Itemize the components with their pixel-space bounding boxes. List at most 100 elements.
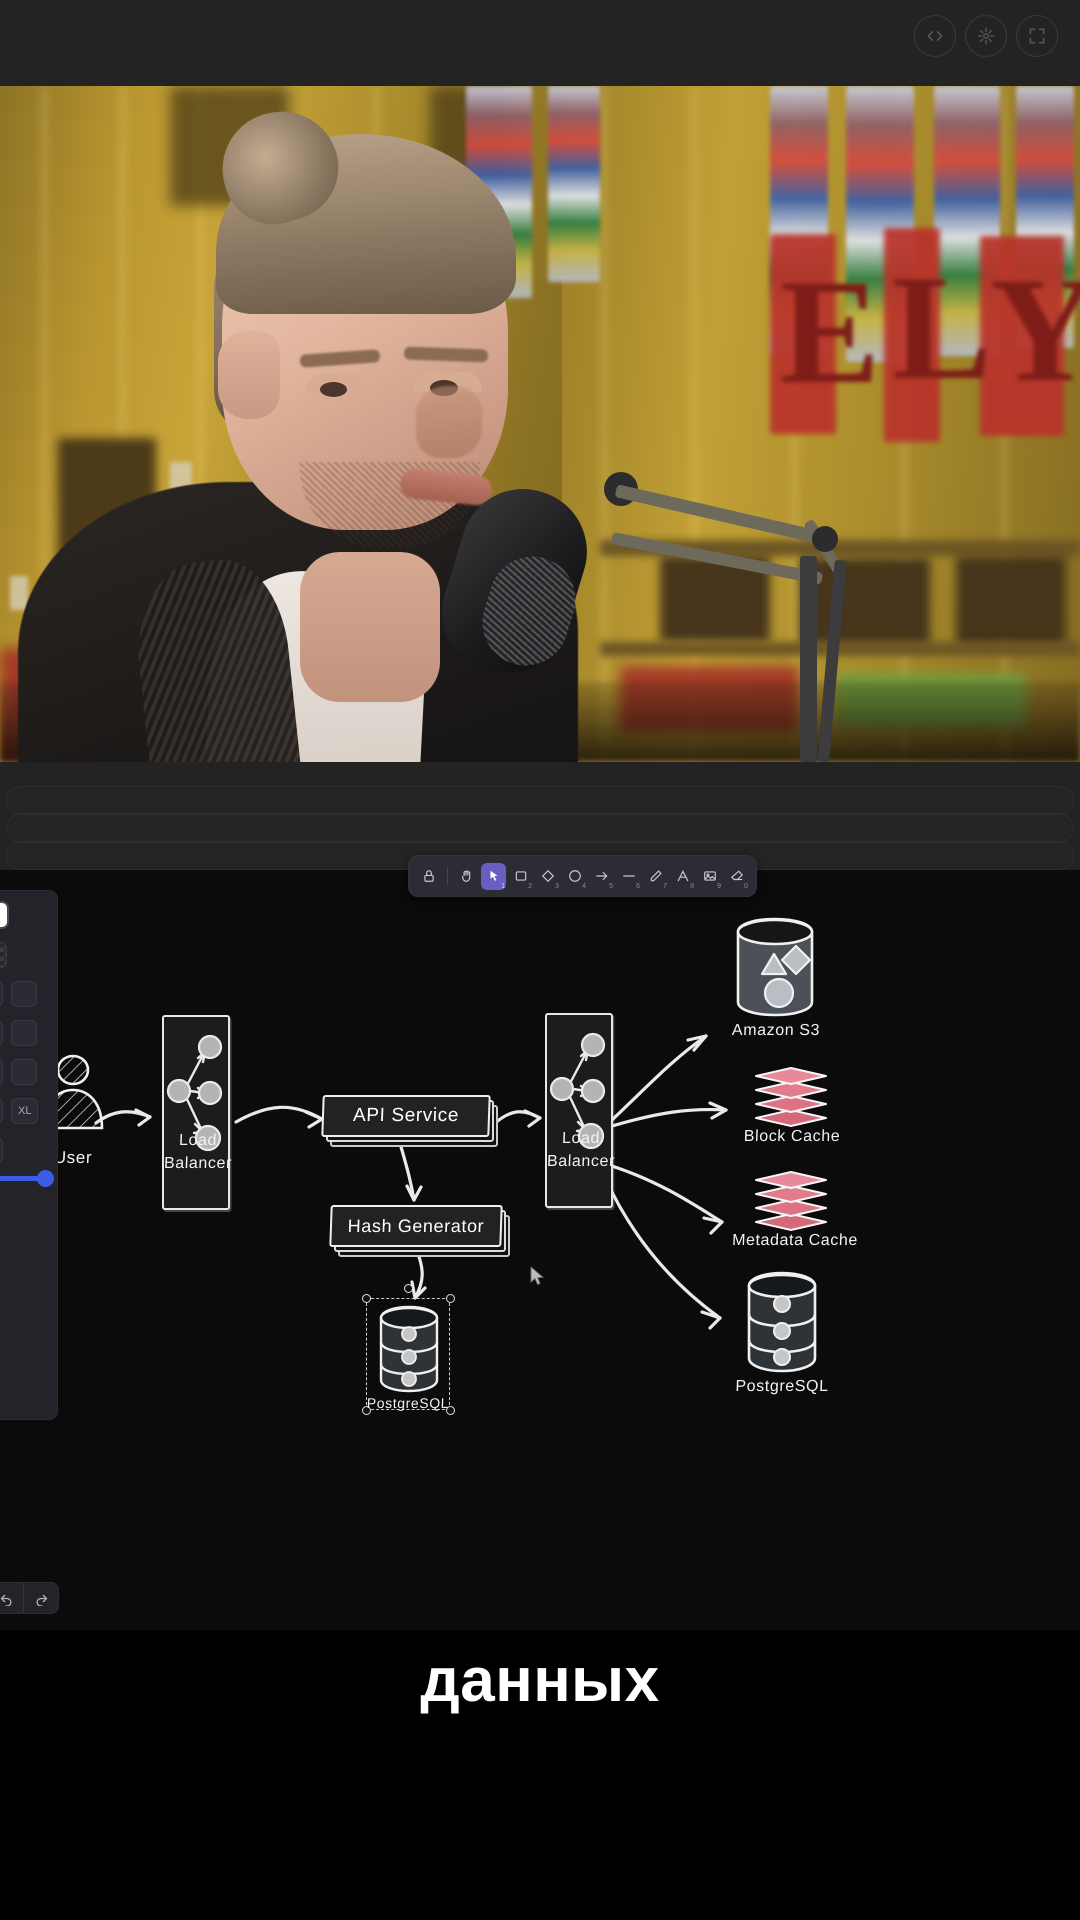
node-label-api-service: API Service <box>321 1095 491 1137</box>
opacity-slider[interactable] <box>0 1170 54 1187</box>
loading-skeleton-strip <box>0 762 1080 870</box>
node-label-load-balancer-1-line2: Balancer <box>163 1155 233 1172</box>
diamond-tool-button[interactable]: 3 <box>535 863 560 890</box>
edges-row <box>0 1137 47 1163</box>
stroke-bold-button[interactable] <box>0 1020 3 1046</box>
skeleton-bar <box>6 786 1074 814</box>
skeleton-bar <box>6 814 1074 842</box>
eraser-icon <box>730 870 743 881</box>
node-load-balancer-2[interactable]: Load Balancer <box>545 1013 615 1208</box>
selection-handle-top-left[interactable] <box>362 1294 371 1303</box>
video-player-frame[interactable]: E L Y <box>0 86 1080 762</box>
arrow-icon <box>595 871 607 881</box>
redo-icon <box>36 1594 47 1606</box>
stroke-width-row <box>0 1020 47 1046</box>
node-api-service[interactable]: API Service <box>321 1095 498 1147</box>
node-label-amazon-s3: Amazon S3 <box>731 1022 821 1039</box>
node-label-load-balancer-1-line1: Load <box>178 1132 218 1149</box>
diagram-edges <box>94 1034 728 1330</box>
layers-row <box>0 1194 47 1220</box>
node-metadata-cache[interactable] <box>748 1170 834 1237</box>
hand-icon <box>461 870 470 882</box>
arrow-tool-button[interactable]: 5 <box>589 863 614 890</box>
ellipse-tool-button[interactable]: 4 <box>562 863 587 890</box>
opacity-slider-knob[interactable] <box>37 1170 54 1187</box>
draw-tool-button[interactable]: 7 <box>643 863 668 890</box>
font-size-xl-button[interactable]: XL <box>11 1098 39 1124</box>
eraser-tool-button[interactable]: 0 <box>724 863 749 890</box>
image-icon <box>703 871 716 881</box>
background-transparent-swatch[interactable] <box>0 942 7 968</box>
selection-tool-button[interactable]: 1 <box>481 862 506 890</box>
node-hash-postgresql[interactable] <box>373 1304 445 1399</box>
redo-button[interactable] <box>24 1583 58 1613</box>
rectangle-tool-button[interactable]: 2 <box>508 863 533 890</box>
code-icon <box>927 31 943 42</box>
stroke-color-row <box>0 901 47 929</box>
node-label-load-balancer-2-line1: Load <box>561 1130 601 1147</box>
app-root: E L Y 1 2 3 4 5 6 7 8 9 0 XL User Load B… <box>0 0 1080 1920</box>
ellipse-icon <box>568 870 581 882</box>
tool-shortcut: 7 <box>663 882 667 890</box>
rectangle-icon <box>515 871 526 881</box>
line-icon <box>622 875 635 877</box>
node-postgresql[interactable] <box>740 1270 824 1379</box>
sparkle-icon-button[interactable] <box>965 15 1007 57</box>
align-horizontal-row <box>0 1233 47 1259</box>
opacity-row <box>0 1170 54 1187</box>
fullscreen-icon-button[interactable] <box>1016 15 1058 57</box>
properties-panel: XL <box>0 890 58 1420</box>
tool-shortcut: 8 <box>690 882 694 890</box>
selection-handle-top-right[interactable] <box>446 1294 455 1303</box>
tool-shortcut: 4 <box>582 882 586 890</box>
font-size-row: XL <box>0 1098 47 1124</box>
stroke-dashed-button[interactable] <box>0 1059 3 1085</box>
edges-round-button[interactable] <box>0 1137 3 1163</box>
font-size-medium-button[interactable] <box>0 1098 3 1124</box>
tool-shortcut: 0 <box>744 882 748 890</box>
database-cylinder-icon <box>379 1305 439 1393</box>
undo-button[interactable] <box>0 1583 23 1613</box>
top-chrome-bar <box>0 0 1080 86</box>
text-icon <box>677 870 688 882</box>
tool-shortcut: 5 <box>609 882 613 890</box>
node-hash-generator[interactable]: Hash Generator <box>329 1205 510 1257</box>
history-controls <box>0 1582 59 1614</box>
node-block-cache[interactable] <box>748 1066 834 1133</box>
cache-layers-icon <box>755 1067 827 1127</box>
excalidraw-canvas[interactable]: 1 2 3 4 5 6 7 8 9 0 XL User Load Balance… <box>0 855 1080 1630</box>
cursor-pointer-icon <box>530 1266 545 1286</box>
architecture-diagram[interactable]: User Load Balancer API Service Hash Gene… <box>0 870 1080 1630</box>
fill-cross-button[interactable] <box>0 981 3 1007</box>
edge-lb2-s3 <box>610 1034 708 1122</box>
tool-shortcut: 1 <box>501 882 505 890</box>
hand-tool-button[interactable] <box>454 863 479 890</box>
align-vertical-row <box>0 1272 47 1298</box>
edge-lb2-blockcache <box>610 1107 728 1128</box>
lock-icon <box>423 870 434 882</box>
diamond-icon <box>541 869 554 883</box>
line-tool-button[interactable]: 6 <box>616 863 641 890</box>
sparkle-icon <box>977 27 995 45</box>
fill-style-row <box>0 981 47 1007</box>
rotation-handle[interactable] <box>404 1284 413 1293</box>
mouse-cursor <box>530 1266 546 1291</box>
text-tool-button[interactable]: 8 <box>670 863 695 890</box>
database-cylinder-icon <box>747 1271 817 1373</box>
toolbar-divider <box>447 867 448 885</box>
fill-solid-button[interactable] <box>11 981 37 1007</box>
node-amazon-s3[interactable] <box>728 914 822 1027</box>
image-tool-button[interactable]: 9 <box>697 863 722 890</box>
lock-tool-button[interactable] <box>416 863 441 890</box>
undo-icon <box>0 1594 11 1606</box>
stroke-selected-swatch[interactable] <box>0 901 9 929</box>
node-load-balancer-1[interactable]: Load Balancer <box>162 1015 232 1210</box>
tool-shortcut: 2 <box>528 882 532 890</box>
node-label-load-balancer-2-line2: Balancer <box>546 1153 616 1170</box>
node-label-hash-generator: Hash Generator <box>329 1205 503 1247</box>
pencil-icon <box>650 870 662 882</box>
stroke-dotted-button[interactable] <box>11 1059 37 1085</box>
stroke-extrabold-button[interactable] <box>11 1020 37 1046</box>
code-icon-button[interactable] <box>914 15 956 57</box>
tool-shortcut: 9 <box>717 882 721 890</box>
